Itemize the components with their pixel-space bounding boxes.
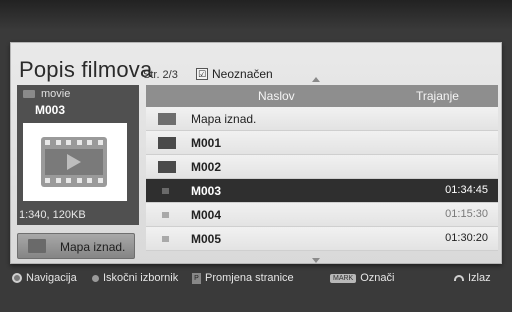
footer-popup-menu-label: Iskočni izbornik xyxy=(103,272,179,284)
movie-table: Naslov Trajanje Mapa iznad. M001 M002 M0 xyxy=(146,85,498,257)
preview-folder-label: movie xyxy=(41,88,71,100)
table-row-selected[interactable]: M003 01:34:45 xyxy=(146,179,498,203)
movie-list-panel: Popis filmova Str. 2/3 ☑ Neoznačen movie… xyxy=(10,42,502,264)
page-key-icon: P xyxy=(192,272,201,284)
footer-page-change: P Promjena stranice xyxy=(192,272,294,284)
table-row[interactable]: M001 xyxy=(146,131,498,155)
row-name: Mapa iznad. xyxy=(191,112,257,126)
scroll-down-icon[interactable] xyxy=(312,258,320,263)
screen-top-bar xyxy=(0,0,512,30)
footer-popup-menu: Iskočni izbornik xyxy=(92,272,178,284)
folder-icon xyxy=(158,137,176,149)
parent-folder-label: Mapa iznad. xyxy=(60,240,126,254)
table-rows: Mapa iznad. M001 M002 M003 01:34:45 M004 xyxy=(146,107,498,251)
row-name: M004 xyxy=(191,208,222,222)
footer-help-bar: Navigacija Iskočni izbornik P Promjena s… xyxy=(12,268,500,288)
table-row[interactable]: M005 01:30:20 xyxy=(146,227,498,251)
folder-up-icon xyxy=(28,239,46,253)
preview-file-info: 1:340, 120KB xyxy=(19,209,86,221)
column-header-title: Naslov xyxy=(258,89,295,103)
footer-navigation: Navigacija xyxy=(12,272,77,284)
exit-icon xyxy=(454,275,464,281)
parent-folder-button[interactable]: Mapa iznad. xyxy=(17,233,135,259)
row-name: M002 xyxy=(191,160,222,174)
preview-file-name: M003 xyxy=(35,103,66,117)
checkbox-icon: ☑ xyxy=(196,68,208,80)
footer-mark-label: Označi xyxy=(360,272,395,284)
footer-exit: Izlaz xyxy=(454,272,491,284)
row-name: M005 xyxy=(191,232,222,246)
mark-status: ☑ Neoznačen xyxy=(196,67,273,81)
video-file-icon xyxy=(162,236,169,242)
footer-navigation-label: Navigacija xyxy=(26,272,77,284)
table-row-parent[interactable]: Mapa iznad. xyxy=(146,107,498,131)
mark-status-label: Neoznačen xyxy=(212,67,273,81)
page-title: Popis filmova xyxy=(19,57,153,82)
row-duration: 01:30:20 xyxy=(445,232,488,244)
video-file-icon xyxy=(162,212,169,218)
page-indicator: Str. 2/3 xyxy=(143,69,178,81)
footer-mark: MARK Označi xyxy=(330,272,394,284)
video-file-icon xyxy=(162,188,169,194)
row-name: M001 xyxy=(191,136,222,150)
table-header: Naslov Trajanje xyxy=(146,85,498,107)
row-duration: 01:34:45 xyxy=(445,184,488,196)
row-duration: 01:15:30 xyxy=(445,208,488,220)
play-icon xyxy=(67,154,81,170)
column-header-duration: Trajanje xyxy=(416,89,459,103)
footer-exit-label: Izlaz xyxy=(468,272,491,284)
folder-icon xyxy=(23,90,35,98)
footer-page-change-label: Promjena stranice xyxy=(205,272,294,284)
navigation-pad-icon xyxy=(12,273,22,283)
folder-up-icon xyxy=(158,113,176,125)
ok-button-icon xyxy=(92,274,99,282)
scroll-up-icon[interactable] xyxy=(312,77,320,82)
folder-icon xyxy=(158,161,176,173)
table-row[interactable]: M004 01:15:30 xyxy=(146,203,498,227)
preview-thumbnail xyxy=(23,123,127,201)
mark-key-icon: MARK xyxy=(330,273,357,283)
preview-header: movie M003 xyxy=(17,85,139,119)
film-icon xyxy=(41,137,107,187)
preview-pane: movie M003 1:340, 120KB xyxy=(17,85,139,225)
table-row[interactable]: M002 xyxy=(146,155,498,179)
row-name: M003 xyxy=(191,184,222,198)
